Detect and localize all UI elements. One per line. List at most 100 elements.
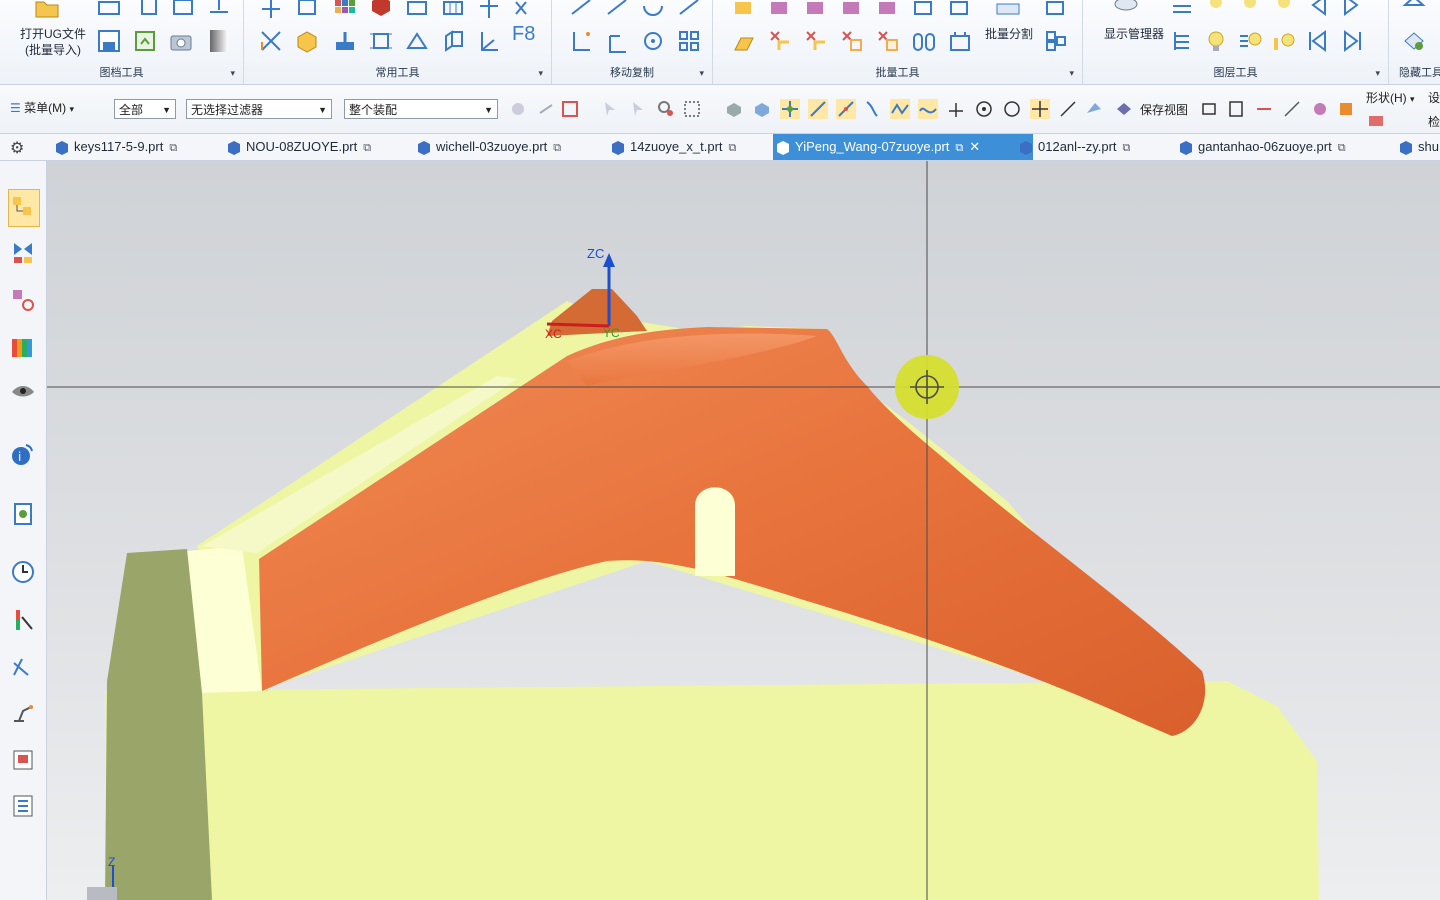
array-icon[interactable]	[676, 28, 702, 54]
layers-icon[interactable]	[404, 0, 430, 18]
system-scene-icon[interactable]	[10, 653, 36, 679]
select-all-icon[interactable]	[508, 99, 528, 119]
shaded-view-icon[interactable]	[724, 99, 744, 119]
next-top-icon[interactable]	[1339, 0, 1365, 18]
palette-icon[interactable]	[332, 0, 358, 18]
menu-button[interactable]: ☰ 菜单(M) ▾	[10, 99, 74, 116]
web-browser-icon[interactable]	[10, 501, 36, 527]
external-link-icon[interactable]: ⧉	[1338, 142, 1346, 154]
view-c-icon[interactable]	[1254, 99, 1274, 119]
brush-icon[interactable]	[332, 28, 358, 54]
constraint-navigator-icon[interactable]	[10, 239, 36, 265]
stack-icon[interactable]	[1043, 28, 1069, 54]
split-body-icon[interactable]	[995, 0, 1021, 18]
diag-line-icon[interactable]	[568, 0, 594, 18]
rounded-tab[interactable]	[695, 487, 735, 576]
batch-split-button[interactable]: 批量分割	[981, 26, 1037, 42]
axis-icon[interactable]	[476, 28, 502, 54]
box-icon[interactable]	[294, 28, 320, 54]
next-layer-icon[interactable]	[1339, 28, 1365, 54]
snap-select-icon[interactable]	[560, 99, 580, 119]
settings-partial-label[interactable]: 设	[1428, 89, 1440, 106]
line-icon[interactable]	[568, 28, 594, 54]
arc-icon[interactable]	[640, 0, 666, 18]
save-icon[interactable]	[96, 28, 122, 54]
view-f-icon[interactable]	[1336, 99, 1356, 119]
snap-onpoint-icon[interactable]	[1058, 99, 1078, 119]
split-x-icon[interactable]	[767, 28, 793, 54]
shape-menu[interactable]: 形状(H) ▾	[1366, 89, 1415, 106]
prev-layer-icon[interactable]	[1305, 28, 1331, 54]
surface-icon[interactable]	[731, 28, 757, 54]
import-icon[interactable]	[132, 28, 158, 54]
hide-top-icon[interactable]	[1401, 0, 1427, 18]
type-filter-select[interactable]: 全部 ▼	[114, 99, 176, 119]
view-d-icon[interactable]	[1282, 99, 1302, 119]
x-grid-icon[interactable]	[512, 0, 538, 18]
snap-mid-icon[interactable]	[836, 99, 856, 119]
snap-end-icon[interactable]	[808, 99, 828, 119]
expand-arrow-icon[interactable]: ▾	[699, 68, 704, 79]
feature-select-icon[interactable]	[656, 99, 676, 119]
rotate-icon[interactable]	[640, 28, 666, 54]
pointer-icon[interactable]	[600, 99, 620, 119]
shape-icon[interactable]	[404, 28, 430, 54]
tab-document[interactable]: wichell-03zuoye.prt ⧉	[414, 134, 624, 160]
open-ug-file-button[interactable]: 打开UG文件 (批量导入)	[12, 26, 94, 58]
external-link-icon[interactable]: ⧉	[729, 142, 737, 154]
sheet7-icon[interactable]	[947, 0, 973, 18]
sheet6-icon[interactable]	[911, 0, 937, 18]
layer-top-icon[interactable]	[1169, 0, 1195, 18]
external-link-icon[interactable]: ⧉	[553, 142, 561, 154]
assembly-icon[interactable]	[947, 28, 973, 54]
expand-arrow-icon[interactable]: ▾	[538, 68, 543, 79]
page-icon[interactable]	[136, 0, 162, 18]
point-icon[interactable]	[258, 0, 284, 18]
expand-arrow-icon[interactable]: ▾	[1375, 68, 1380, 79]
snap-existing-icon[interactable]	[1030, 99, 1050, 119]
bulb-top3-icon[interactable]	[1271, 0, 1297, 18]
cube-view-icon[interactable]	[752, 99, 772, 119]
robot-arm-icon[interactable]	[10, 699, 36, 725]
tab-document[interactable]: gantanhao-06zuoye.prt ⧉	[1176, 134, 1413, 160]
bulb-top-icon[interactable]	[1203, 0, 1229, 18]
external-link-icon[interactable]: ⧉	[1123, 142, 1131, 154]
sheet3-icon[interactable]	[803, 0, 829, 18]
snap-arc-icon[interactable]	[946, 99, 966, 119]
save-view-icon[interactable]	[1114, 99, 1134, 119]
layer-tree-icon[interactable]	[1169, 28, 1195, 54]
diag-line2-icon[interactable]	[604, 0, 630, 18]
copy-icon[interactable]	[294, 0, 320, 18]
roles-icon[interactable]	[10, 607, 36, 633]
gear-icon[interactable]: ⚙	[10, 138, 24, 158]
tab-active-document[interactable]: YiPeng_Wang-07zuoye.prt ⧉ ✕	[773, 134, 1033, 160]
deselect-icon[interactable]	[536, 99, 556, 119]
process-navigator-icon[interactable]	[10, 793, 36, 819]
gradient-icon[interactable]	[206, 28, 232, 54]
check-partial-label[interactable]: 检	[1428, 113, 1440, 130]
camera-icon[interactable]	[168, 28, 194, 54]
open-folder-icon[interactable]	[34, 0, 60, 20]
graphics-viewport[interactable]: ZC XC YC Z	[47, 161, 1440, 900]
sheet8-icon[interactable]	[1043, 0, 1069, 18]
mirror-icon[interactable]	[676, 0, 702, 18]
cylinders-icon[interactable]	[911, 28, 937, 54]
external-link-icon[interactable]: ⧉	[169, 142, 177, 154]
bulb-top2-icon[interactable]	[1237, 0, 1263, 18]
snap-curve-icon[interactable]	[918, 99, 938, 119]
snap-control-icon[interactable]	[862, 99, 882, 119]
save-view-button[interactable]: 保存视图	[1140, 101, 1188, 118]
sheet4-icon[interactable]	[839, 0, 865, 18]
tab-document[interactable]: keys117-5-9.prt ⧉	[52, 134, 244, 160]
f8-button[interactable]: F8	[512, 24, 535, 44]
prev-top-icon[interactable]	[1305, 0, 1331, 18]
extrude-icon[interactable]	[440, 28, 466, 54]
external-link-icon[interactable]: ⧉	[955, 142, 963, 154]
translate-icon[interactable]	[604, 28, 630, 54]
export-icon[interactable]	[206, 0, 232, 18]
bulb-bars-icon[interactable]	[1271, 28, 1297, 54]
sheet2-icon[interactable]	[767, 0, 793, 18]
display-manager-button[interactable]: 显示管理器	[1091, 26, 1177, 42]
close-icon[interactable]: ✕	[969, 139, 980, 154]
sheet1-icon[interactable]	[731, 0, 757, 18]
